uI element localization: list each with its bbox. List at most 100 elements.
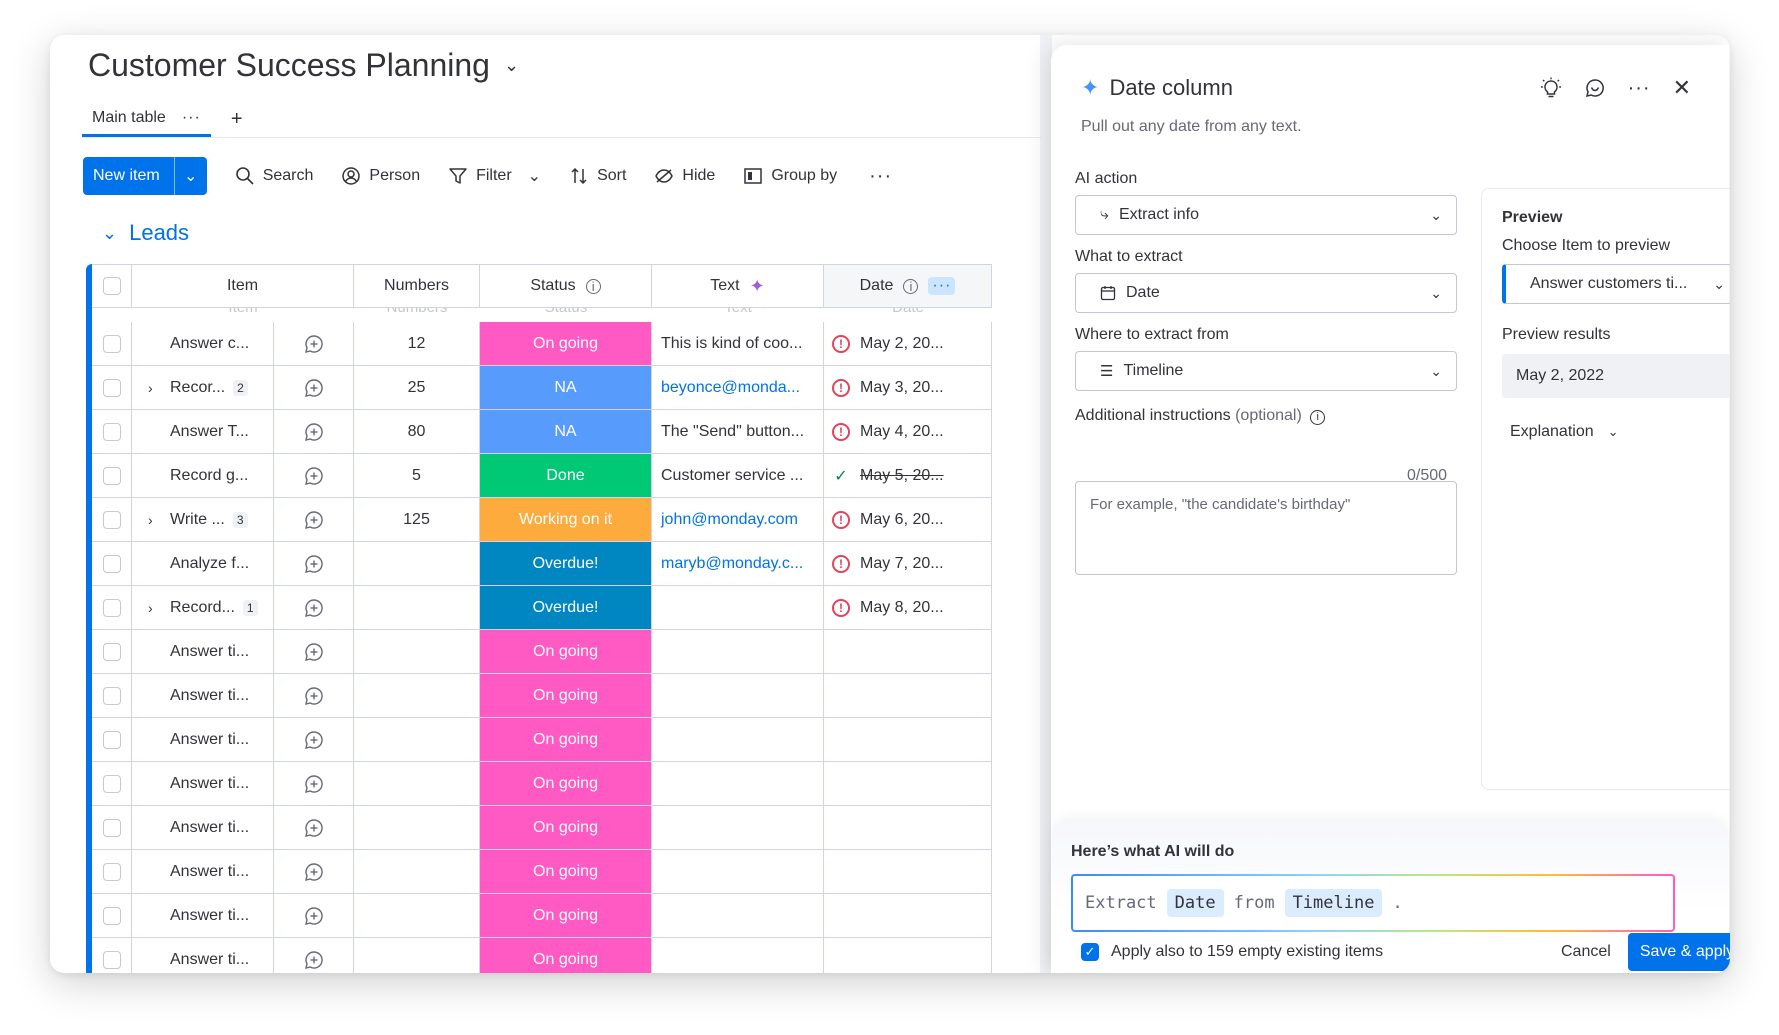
- table-row[interactable]: Analyze f... Overdue! maryb@monday.c... …: [92, 542, 992, 586]
- chevron-down-icon[interactable]: ⌄: [102, 223, 117, 244]
- row-checkbox[interactable]: [102, 510, 121, 529]
- chevron-down-icon[interactable]: ⌄: [175, 157, 207, 195]
- text-cell[interactable]: The "Send" button...: [652, 410, 824, 453]
- item-name[interactable]: Answer ti...: [170, 643, 249, 661]
- item-name[interactable]: Answer c...: [170, 335, 249, 353]
- add-update-icon[interactable]: [304, 774, 324, 794]
- numbers-cell[interactable]: 12: [354, 322, 480, 365]
- row-checkbox[interactable]: [102, 466, 121, 485]
- date-cell[interactable]: [824, 850, 992, 893]
- text-cell[interactable]: [652, 762, 824, 805]
- table-row[interactable]: Record g... 5 Done Customer service ... …: [92, 454, 992, 498]
- text-cell[interactable]: [652, 630, 824, 673]
- sort-button[interactable]: Sort: [569, 166, 626, 186]
- date-cell[interactable]: ! May 3, 20...: [824, 366, 992, 409]
- hide-button[interactable]: Hide: [654, 166, 715, 186]
- row-checkbox[interactable]: [102, 774, 121, 793]
- column-header-item[interactable]: Item: [132, 265, 354, 307]
- item-name[interactable]: Answer ti...: [170, 907, 249, 925]
- item-cell[interactable]: Answer ti...: [132, 674, 274, 717]
- item-cell[interactable]: › Write ... 3: [132, 498, 274, 541]
- item-name[interactable]: Answer ti...: [170, 731, 249, 749]
- item-cell[interactable]: Record g...: [132, 454, 274, 497]
- updates-cell[interactable]: [274, 630, 354, 673]
- status-cell[interactable]: On going: [480, 630, 652, 673]
- numbers-cell[interactable]: [354, 586, 480, 629]
- column-header-text[interactable]: Text ✦: [652, 265, 824, 307]
- status-cell[interactable]: On going: [480, 674, 652, 717]
- add-update-icon[interactable]: [304, 906, 324, 926]
- status-cell[interactable]: On going: [480, 322, 652, 365]
- text-cell[interactable]: [652, 850, 824, 893]
- column-menu-icon[interactable]: ···: [928, 277, 956, 295]
- tab-more-icon[interactable]: ···: [182, 109, 201, 127]
- date-cell[interactable]: ✓ May 5, 20...: [824, 454, 992, 497]
- updates-cell[interactable]: [274, 366, 354, 409]
- info-icon[interactable]: i: [1310, 409, 1326, 425]
- add-update-icon[interactable]: [304, 466, 324, 486]
- updates-cell[interactable]: [274, 674, 354, 717]
- chevron-down-icon[interactable]: ⌄: [504, 55, 519, 76]
- item-cell[interactable]: › Record... 1: [132, 586, 274, 629]
- date-cell[interactable]: ! May 8, 20...: [824, 586, 992, 629]
- date-cell[interactable]: [824, 894, 992, 937]
- numbers-cell[interactable]: [354, 630, 480, 673]
- new-item-button[interactable]: New item ⌄: [83, 157, 207, 195]
- table-row[interactable]: Answer c... 12 On going This is kind of …: [92, 322, 992, 366]
- add-view-icon[interactable]: +: [231, 108, 243, 131]
- add-update-icon[interactable]: [304, 642, 324, 662]
- text-cell[interactable]: Customer service ...: [652, 454, 824, 497]
- add-update-icon[interactable]: [304, 598, 324, 618]
- add-update-icon[interactable]: [304, 510, 324, 530]
- tab-main-table[interactable]: Main table ···: [82, 101, 211, 137]
- numbers-cell[interactable]: [354, 718, 480, 761]
- table-row[interactable]: Answer T... 80 NA The "Send" button... !…: [92, 410, 992, 454]
- search-button[interactable]: Search: [235, 166, 313, 186]
- date-cell[interactable]: ! May 2, 20...: [824, 322, 992, 365]
- status-cell[interactable]: On going: [480, 806, 652, 849]
- row-checkbox[interactable]: [102, 598, 121, 617]
- table-row[interactable]: Answer ti... On going: [92, 806, 992, 850]
- updates-cell[interactable]: [274, 806, 354, 849]
- text-cell[interactable]: This is kind of coo...: [652, 322, 824, 365]
- item-name[interactable]: Record g...: [170, 467, 248, 485]
- status-cell[interactable]: Done: [480, 454, 652, 497]
- group-by-button[interactable]: Group by: [743, 166, 837, 186]
- more-options-icon[interactable]: ···: [869, 165, 892, 188]
- status-cell[interactable]: Working on it: [480, 498, 652, 541]
- numbers-cell[interactable]: [354, 850, 480, 893]
- table-row[interactable]: Answer ti... On going: [92, 674, 992, 718]
- instructions-textarea[interactable]: For example, "the candidate's birthday": [1075, 481, 1457, 575]
- board-title[interactable]: Customer Success Planning ⌄: [88, 47, 519, 84]
- row-checkbox[interactable]: [102, 554, 121, 573]
- numbers-cell[interactable]: 125: [354, 498, 480, 541]
- text-cell[interactable]: [652, 718, 824, 761]
- item-name[interactable]: Answer ti...: [170, 863, 249, 881]
- updates-cell[interactable]: [274, 850, 354, 893]
- item-name[interactable]: Record...: [170, 599, 235, 617]
- save-apply-button[interactable]: Save & apply: [1628, 933, 1730, 971]
- text-cell[interactable]: maryb@monday.c...: [652, 542, 824, 585]
- status-cell[interactable]: Overdue!: [480, 586, 652, 629]
- expand-subitems-icon[interactable]: ›: [148, 380, 162, 396]
- where-to-extract-select[interactable]: ☰ Timeline ⌄: [1075, 351, 1457, 391]
- date-cell[interactable]: ! May 4, 20...: [824, 410, 992, 453]
- date-cell[interactable]: [824, 806, 992, 849]
- table-row[interactable]: Answer ti... On going: [92, 850, 992, 894]
- date-cell[interactable]: [824, 762, 992, 805]
- row-checkbox[interactable]: [102, 818, 121, 837]
- item-cell[interactable]: Answer ti...: [132, 938, 274, 973]
- person-filter-button[interactable]: Person: [341, 166, 420, 186]
- text-cell[interactable]: beyonce@monda...: [652, 366, 824, 409]
- numbers-cell[interactable]: 5: [354, 454, 480, 497]
- status-cell[interactable]: On going: [480, 762, 652, 805]
- date-cell[interactable]: ! May 7, 20...: [824, 542, 992, 585]
- apply-existing-checkbox[interactable]: ✓: [1081, 943, 1099, 961]
- text-cell[interactable]: john@monday.com: [652, 498, 824, 541]
- item-cell[interactable]: › Recor... 2: [132, 366, 274, 409]
- updates-cell[interactable]: [274, 498, 354, 541]
- expand-subitems-icon[interactable]: ›: [148, 512, 162, 528]
- preview-item-select[interactable]: Answer customers ti... ⌄: [1502, 264, 1730, 304]
- column-header-date[interactable]: Date i ···: [824, 265, 992, 307]
- select-all-checkbox[interactable]: [102, 277, 121, 295]
